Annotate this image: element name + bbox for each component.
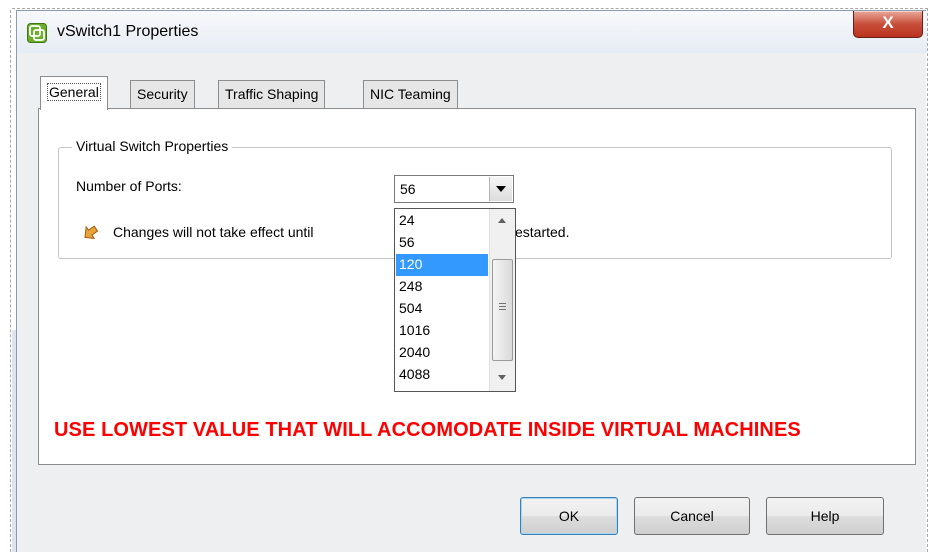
cancel-button[interactable]: Cancel bbox=[634, 497, 750, 535]
close-icon: X bbox=[882, 13, 894, 32]
tab-security-label: Security bbox=[137, 86, 188, 102]
ports-dropdown-list[interactable]: 24 56 120 248 504 1016 2040 4088 bbox=[394, 208, 516, 392]
close-button[interactable]: X bbox=[853, 11, 923, 38]
tab-traffic-shaping-label: Traffic Shaping bbox=[225, 86, 319, 102]
scrollbar-thumb[interactable] bbox=[492, 259, 513, 361]
tab-nic-teaming-label: NIC Teaming bbox=[370, 86, 451, 102]
group-legend: Virtual Switch Properties bbox=[72, 138, 233, 154]
window-title: vSwitch1 Properties bbox=[57, 23, 199, 40]
grip-line bbox=[499, 306, 506, 307]
capture-border-top bbox=[12, 8, 928, 9]
tab-security[interactable]: Security bbox=[130, 80, 195, 108]
vmware-app-icon bbox=[27, 23, 47, 43]
warning-text-tail: estarted. bbox=[515, 224, 570, 240]
tab-traffic-shaping[interactable]: Traffic Shaping bbox=[218, 80, 326, 108]
dropdown-option-2040[interactable]: 2040 bbox=[396, 342, 488, 364]
tab-general-label: General bbox=[47, 83, 101, 101]
warning-text: Changes will not take effect until bbox=[113, 224, 314, 240]
dropdown-option-4088[interactable]: 4088 bbox=[396, 364, 488, 386]
advice-annotation: USE LOWEST VALUE THAT WILL ACCOMODATE IN… bbox=[54, 419, 801, 441]
dropdown-option-56[interactable]: 56 bbox=[396, 232, 488, 254]
number-of-ports-combobox[interactable]: 56 bbox=[394, 175, 514, 203]
dropdown-option-504[interactable]: 504 bbox=[396, 298, 488, 320]
tab-nic-teaming[interactable]: NIC Teaming bbox=[363, 80, 458, 108]
combobox-value: 56 bbox=[400, 181, 416, 197]
grip-line bbox=[499, 309, 506, 310]
number-of-ports-label: Number of Ports: bbox=[76, 178, 182, 194]
warning-arrow-icon bbox=[84, 225, 98, 239]
dropdown-option-1016[interactable]: 1016 bbox=[396, 320, 488, 342]
dropdown-option-120[interactable]: 120 bbox=[396, 254, 488, 276]
dropdown-option-248[interactable]: 248 bbox=[396, 276, 488, 298]
scroll-down-arrow-icon[interactable] bbox=[498, 375, 506, 380]
title-bar[interactable]: vSwitch1 Properties X bbox=[17, 11, 927, 53]
scroll-up-arrow-icon[interactable] bbox=[498, 218, 506, 223]
grip-line bbox=[499, 303, 506, 304]
capture-border-left bbox=[10, 10, 11, 552]
chevron-down-icon[interactable] bbox=[489, 177, 512, 201]
ok-button[interactable]: OK bbox=[520, 497, 618, 535]
tab-general[interactable]: General bbox=[40, 76, 108, 110]
help-button[interactable]: Help bbox=[766, 497, 884, 535]
dropdown-scrollbar[interactable] bbox=[489, 209, 515, 391]
dropdown-option-24[interactable]: 24 bbox=[396, 210, 488, 232]
